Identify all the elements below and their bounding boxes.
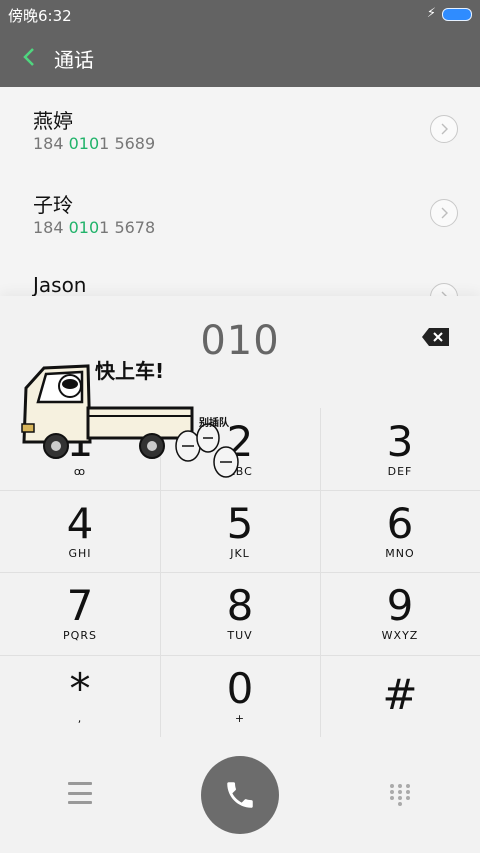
key-digit: 4 — [66, 498, 94, 548]
key-7[interactable]: 7 PQRS — [0, 572, 160, 654]
key-letters: , — [77, 711, 83, 725]
app-header: 通话 — [0, 28, 480, 87]
number-match: 010 — [68, 134, 100, 153]
contact-detail-button[interactable] — [430, 199, 458, 227]
contact-name: 燕婷 — [33, 109, 73, 133]
key-3[interactable]: 3 DEF — [320, 408, 480, 490]
menu-icon — [68, 782, 92, 785]
backspace-icon[interactable] — [421, 326, 451, 348]
page-title: 通话 — [54, 48, 94, 72]
key-digit: # — [382, 670, 418, 719]
key-digit: 0 — [226, 663, 254, 713]
menu-button[interactable] — [62, 779, 98, 807]
phone-icon — [227, 782, 253, 808]
key-letters: TUV — [227, 628, 253, 642]
key-digit: * — [69, 663, 91, 713]
number-match: 010 — [68, 218, 100, 237]
contact-name: 子玲 — [33, 193, 73, 217]
key-letters: JKL — [230, 546, 250, 560]
contact-number: 184 0101 5689 — [33, 134, 155, 153]
list-item[interactable]: 子玲 184 0101 5678 — [0, 171, 480, 255]
key-letters: WXYZ — [381, 628, 419, 642]
key-digit: 7 — [66, 580, 94, 630]
call-button[interactable] — [201, 756, 279, 834]
key-star[interactable]: *, — [0, 655, 160, 737]
menu-icon — [68, 791, 92, 795]
key-letters: DEF — [387, 464, 413, 478]
key-letters: PQRS — [63, 628, 97, 642]
contact-name: Jason — [33, 273, 87, 297]
back-button[interactable] — [14, 40, 44, 74]
charging-icon: ⚡ — [426, 6, 436, 21]
key-digit: 6 — [386, 498, 414, 548]
status-time: 傍晚6:32 — [8, 7, 72, 25]
key-digit: 5 — [226, 498, 254, 548]
list-item[interactable]: Jason — [0, 255, 480, 300]
dialpad-toggle-icon[interactable] — [388, 783, 412, 807]
key-9[interactable]: 9 WXYZ — [320, 572, 480, 654]
key-4[interactable]: 4 GHI — [0, 490, 160, 572]
key-letters: GHI — [68, 546, 92, 560]
number-prefix: 184 — [33, 134, 69, 153]
chevron-right-icon — [441, 123, 448, 135]
chevron-left-icon — [23, 48, 34, 66]
menu-icon — [68, 801, 92, 804]
contact-list: 燕婷 184 0101 5689 子玲 184 0101 5678 Jason — [0, 87, 480, 300]
sticker-caption: 快上车! — [95, 359, 165, 383]
key-digit: 8 — [226, 580, 254, 630]
battery-icon — [442, 7, 472, 21]
key-letters: + — [234, 711, 246, 725]
key-hash[interactable]: # — [320, 655, 480, 737]
key-digit: 3 — [386, 416, 414, 466]
status-icons: ⚡ — [427, 6, 472, 22]
number-prefix: 184 — [33, 218, 69, 237]
number-suffix: 1 5689 — [99, 134, 156, 153]
key-8[interactable]: 8 TUV — [160, 572, 320, 654]
key-5[interactable]: 5 JKL — [160, 490, 320, 572]
key-6[interactable]: 6 MNO — [320, 490, 480, 572]
list-item[interactable]: 燕婷 184 0101 5689 — [0, 87, 480, 171]
key-letters: MNO — [385, 546, 415, 560]
number-suffix: 1 5678 — [99, 218, 156, 237]
status-bar: 傍晚6:32 ⚡ — [0, 0, 480, 28]
key-0[interactable]: 0 + — [160, 655, 320, 737]
chevron-right-icon — [441, 207, 448, 219]
contact-detail-button[interactable] — [430, 115, 458, 143]
key-digit: 9 — [386, 580, 414, 630]
sticker-small-text: 别插队 — [199, 418, 229, 429]
contact-number: 184 0101 5678 — [33, 218, 155, 237]
